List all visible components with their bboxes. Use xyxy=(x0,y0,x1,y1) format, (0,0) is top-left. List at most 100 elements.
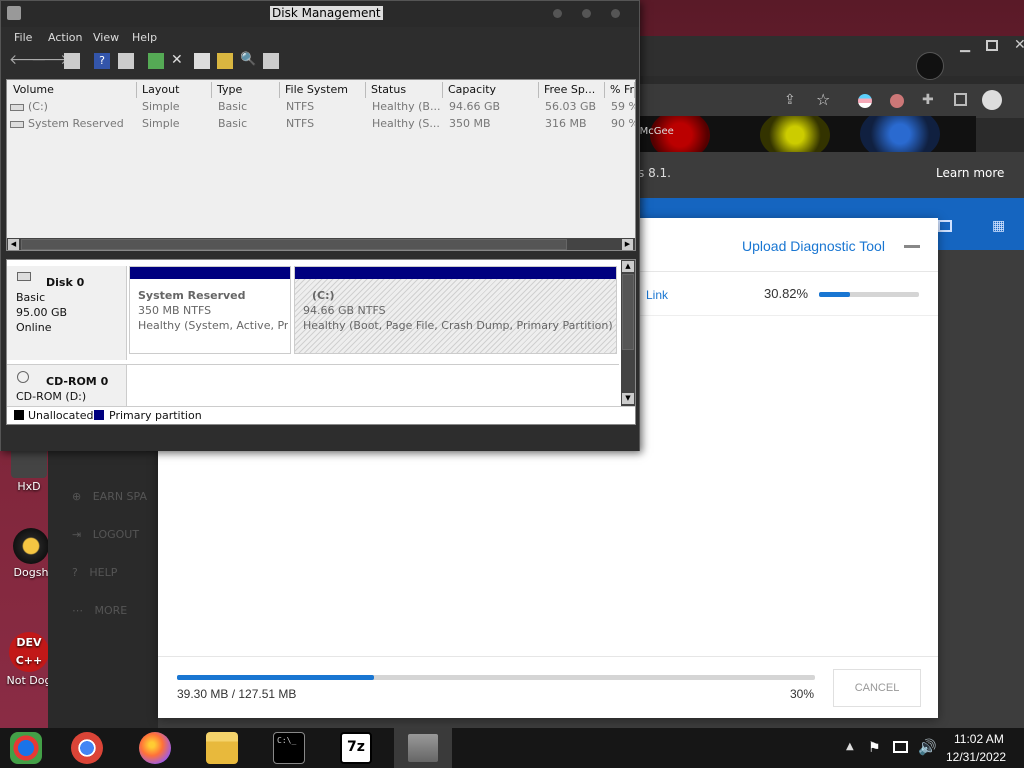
grid-icon[interactable]: ▦ xyxy=(992,218,1005,234)
folder-add-icon[interactable] xyxy=(938,220,952,232)
sidebar-label: HELP xyxy=(89,566,118,579)
clock-date[interactable]: 12/31/2022 xyxy=(946,750,1006,764)
drive-icon xyxy=(10,104,24,111)
horizontal-scrollbar[interactable]: ◀ ▶ xyxy=(7,238,635,250)
col-percent-free[interactable]: % Fr xyxy=(605,82,635,98)
sidebar-label: EARN SPA xyxy=(92,490,147,503)
chrome-icon[interactable] xyxy=(71,732,103,764)
sidebar-item-help[interactable]: ? HELP xyxy=(72,566,117,579)
add-circle-icon: ⊕ xyxy=(72,490,82,503)
dm-titlebar[interactable]: Disk Management xyxy=(1,1,639,27)
clock-time[interactable]: 11:02 AM xyxy=(954,732,1004,746)
share-icon[interactable]: ⇪ xyxy=(784,92,796,108)
col-filesystem[interactable]: File System xyxy=(280,82,366,98)
cancel-button[interactable]: CANCEL xyxy=(833,669,921,707)
minimize-button[interactable] xyxy=(553,9,562,18)
upload-item-name[interactable]: Link xyxy=(646,288,668,302)
col-type[interactable]: Type xyxy=(212,82,280,98)
search-icon[interactable]: 🔍 xyxy=(240,53,256,69)
start-button[interactable] xyxy=(10,732,42,764)
transferred-size: 39.30 MB / 127.51 MB xyxy=(177,687,297,701)
volume-list: Volume Layout Type File System Status Ca… xyxy=(6,79,636,251)
partition-c[interactable]: (C:) 94.66 GB NTFS Healthy (Boot, Page F… xyxy=(294,266,617,354)
scroll-down-icon[interactable]: ▼ xyxy=(622,393,634,404)
col-status[interactable]: Status xyxy=(366,82,443,98)
open-folder-icon[interactable] xyxy=(217,53,233,69)
scroll-thumb[interactable] xyxy=(622,274,634,350)
col-freespace[interactable]: Free Sp... xyxy=(539,82,605,98)
show-hidden-icons[interactable]: ▲ xyxy=(846,741,854,752)
learn-more-link[interactable]: Learn more xyxy=(936,166,1004,180)
sidebar-label: MORE xyxy=(94,604,128,617)
desktop-icon-devcpp[interactable]: DEV C++ Not Dog xyxy=(4,632,54,687)
bookmark-star-icon[interactable]: ☆ xyxy=(816,90,830,109)
extension-avatar-icon[interactable] xyxy=(890,94,904,108)
maximize-button[interactable] xyxy=(582,9,591,18)
check-icon[interactable] xyxy=(194,53,210,69)
scroll-right-icon[interactable]: ▶ xyxy=(622,239,633,250)
network-icon[interactable] xyxy=(893,741,908,753)
row-volume: System Reserved xyxy=(28,117,124,130)
disk0-state: Online xyxy=(16,321,52,334)
legend-unallocated: Unallocated xyxy=(28,409,94,422)
account-icon[interactable] xyxy=(982,90,1002,110)
drive-icon xyxy=(10,121,24,128)
action-center-flag-icon[interactable]: ⚑ xyxy=(868,740,881,756)
dm-statusbar xyxy=(1,427,639,451)
partition-name: System Reserved xyxy=(138,289,246,302)
dm-menubar: File Action View Help xyxy=(1,27,639,49)
sevenzip-icon[interactable]: 7z xyxy=(340,732,372,764)
row-capacity: 350 MB xyxy=(449,117,491,130)
menu-file[interactable]: File xyxy=(14,31,32,44)
close-icon[interactable]: ✕ xyxy=(1014,37,1024,53)
upload-item-progress-fill xyxy=(819,292,850,297)
extension-flag-icon[interactable] xyxy=(858,94,872,108)
disk-icon xyxy=(408,734,438,762)
partition-system-reserved[interactable]: System Reserved 350 MB NTFS Healthy (Sys… xyxy=(129,266,291,354)
dm-title-text: Disk Management xyxy=(270,6,383,20)
scroll-left-icon[interactable]: ◀ xyxy=(8,239,19,250)
console-tree-icon[interactable] xyxy=(64,53,80,69)
back-icon[interactable]: 🡐 xyxy=(9,53,47,69)
close-button[interactable] xyxy=(611,9,620,18)
properties-icon[interactable] xyxy=(118,53,134,69)
scroll-up-icon[interactable]: ▲ xyxy=(622,261,634,272)
menu-action[interactable]: Action xyxy=(48,31,82,44)
row-fs: NTFS xyxy=(286,100,315,113)
sidebar-item-logout[interactable]: ⇥ LOGOUT xyxy=(72,528,139,541)
cdrom-info[interactable]: CD-ROM 0 CD-ROM (D:) xyxy=(7,365,127,407)
collapse-button[interactable] xyxy=(904,245,920,248)
help-icon[interactable]: ? xyxy=(94,53,110,69)
disk-management-taskbar-icon[interactable] xyxy=(394,728,452,768)
update-notice: s 8.1. Learn more xyxy=(638,152,1024,198)
disk0-name: Disk 0 xyxy=(46,276,85,289)
minimize-icon[interactable]: ▁ xyxy=(960,39,974,54)
disk0-row: Disk 0 Basic 95.00 GB Online System Rese… xyxy=(7,266,619,360)
table-row[interactable]: (C:) Simple Basic NTFS Healthy (B... 94.… xyxy=(7,99,635,116)
firefox-icon[interactable] xyxy=(139,732,171,764)
extensions-puzzle-icon[interactable]: ✚ xyxy=(922,92,934,108)
disk0-info[interactable]: Disk 0 Basic 95.00 GB Online xyxy=(7,266,127,360)
total-progress-fill xyxy=(177,675,374,680)
menu-help[interactable]: Help xyxy=(132,31,157,44)
profile-avatar[interactable] xyxy=(916,52,944,80)
forward-icon[interactable]: 🡒 xyxy=(31,53,69,69)
menu-view[interactable]: View xyxy=(93,31,119,44)
vertical-scrollbar[interactable]: ▲ ▼ xyxy=(621,260,635,406)
maximize-icon[interactable] xyxy=(986,40,998,51)
sidebar-icon[interactable] xyxy=(954,93,967,106)
scroll-thumb[interactable] xyxy=(21,239,567,250)
col-volume[interactable]: Volume xyxy=(8,82,137,98)
table-row[interactable]: System Reserved Simple Basic NTFS Health… xyxy=(7,116,635,133)
settings-icon[interactable] xyxy=(263,53,279,69)
upload-item-percent: 30.82% xyxy=(764,286,809,301)
file-explorer-icon[interactable] xyxy=(206,732,238,764)
col-capacity[interactable]: Capacity xyxy=(443,82,539,98)
sidebar-item-earn[interactable]: ⊕ EARN SPA xyxy=(72,490,147,503)
col-layout[interactable]: Layout xyxy=(137,82,212,98)
volume-icon[interactable]: 🔊 xyxy=(918,738,937,756)
refresh-icon[interactable] xyxy=(148,53,164,69)
command-prompt-icon[interactable]: C:\_ xyxy=(273,732,305,764)
sidebar-item-more[interactable]: ⋯ MORE xyxy=(72,604,127,617)
delete-icon[interactable]: ✕ xyxy=(171,53,187,69)
